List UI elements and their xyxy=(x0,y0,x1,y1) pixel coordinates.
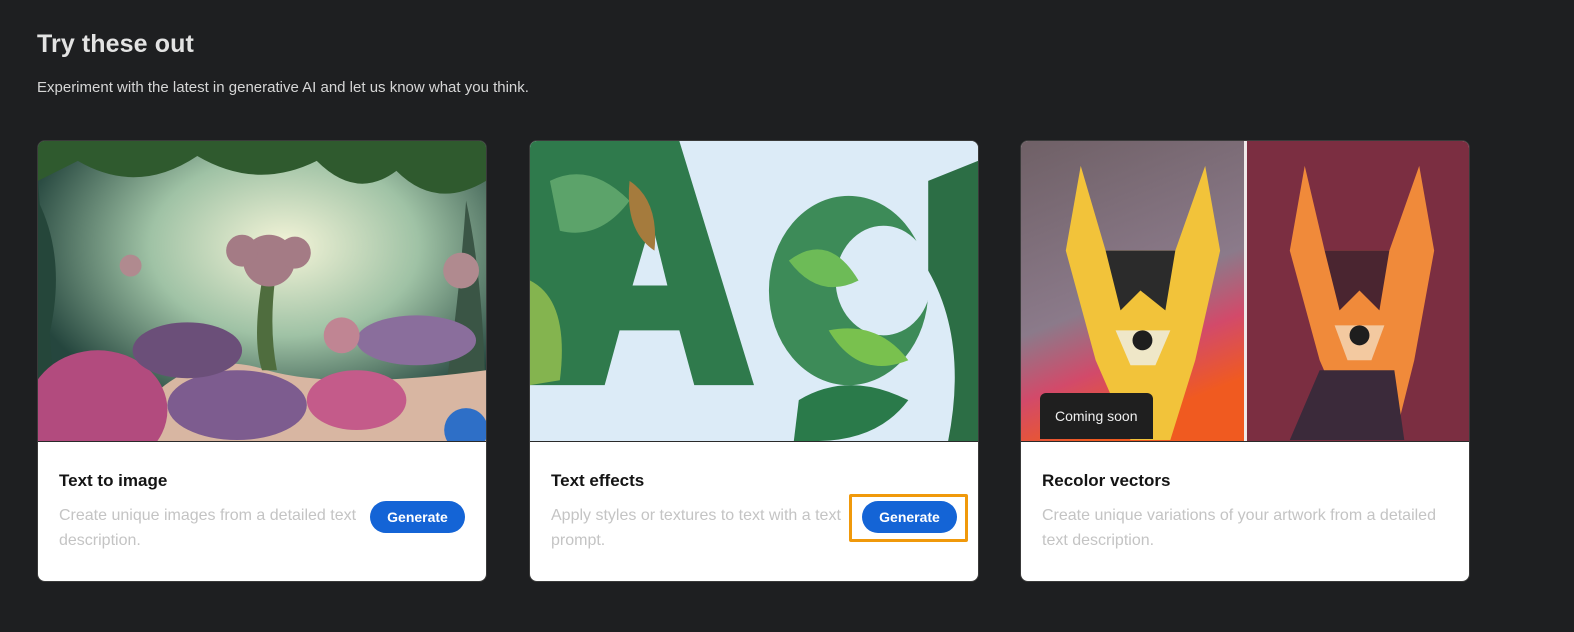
card-title: Text to image xyxy=(59,471,168,490)
generate-button[interactable]: Generate xyxy=(370,501,465,533)
coming-soon-badge: Coming soon xyxy=(1040,393,1153,439)
section-title: Try these out xyxy=(37,30,194,58)
card-image-geometric-dog: Coming soon xyxy=(1021,141,1469,442)
page: Try these out Experiment with the latest… xyxy=(0,0,1574,632)
card-description: Apply styles or textures to text with a … xyxy=(551,507,841,549)
card-image-fantasy-garden xyxy=(38,141,486,442)
card-title: Text effects xyxy=(551,471,645,490)
focus-ring xyxy=(849,494,968,542)
card-description: Create unique variations of your artwork… xyxy=(1042,507,1436,549)
card-image-leafy-letters xyxy=(530,141,978,442)
card-text-to-image[interactable]: Text to image Create unique images from … xyxy=(37,140,487,582)
section-subtitle: Experiment with the latest in generative… xyxy=(37,79,529,96)
card-title: Recolor vectors xyxy=(1042,471,1171,490)
card-recolor-vectors[interactable]: Coming soon Recolor vectors Create uniqu… xyxy=(1020,140,1470,582)
card-description: Create unique images from a detailed tex… xyxy=(59,507,357,549)
